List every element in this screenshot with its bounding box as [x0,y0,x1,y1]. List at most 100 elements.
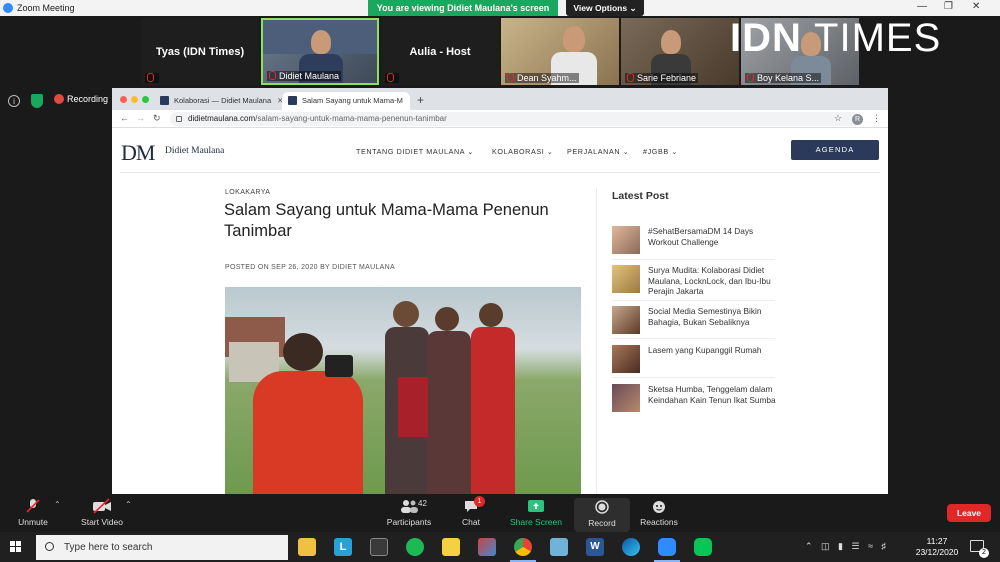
spotify-icon[interactable] [406,538,424,556]
list-divider [612,338,775,339]
list-divider [612,377,775,378]
article-hero-image [225,287,581,494]
browser-tab[interactable]: Kolaborasi — Didiet Maulana ✕ [154,92,282,110]
address-bar[interactable]: didietmaulana.com/salam-sayang-untuk-mam… [170,112,860,126]
woman-figure [427,331,471,494]
paint-icon[interactable] [478,538,496,556]
favicon-icon [160,96,169,105]
participant-face [311,30,331,54]
nav-item-perjalanan[interactable]: PERJALANAN ⌄ [567,147,629,156]
profile-avatar[interactable]: R [852,114,863,125]
nav-item-kolaborasi[interactable]: KOLABORASI ⌄ [492,147,554,156]
browser-menu-icon[interactable]: ⋮ [872,113,881,124]
meeting-info-icon[interactable]: i [8,95,20,107]
mic-off-icon [269,71,276,80]
security-shield-icon[interactable] [31,94,43,108]
post-thumbnail[interactable] [612,265,640,293]
participant-face [563,26,585,52]
latest-post-title[interactable]: Lasem yang Kupanggil Rumah [648,345,776,356]
participant-tile[interactable]: Aulia - Host [381,18,499,85]
reactions-button[interactable]: Reactions [638,498,680,527]
minimize-window-icon[interactable] [131,96,138,103]
taskbar-clock[interactable]: 11:27 23/12/2020 [912,536,962,558]
reactions-icon [653,501,665,513]
notepad-icon[interactable] [550,538,568,556]
minimize-icon[interactable]: — [917,1,927,12]
site-brand-name[interactable]: Didiet Maulana [165,146,224,156]
line-app-icon[interactable]: L [334,538,352,556]
bookmark-star-icon[interactable]: ☆ [834,113,842,124]
system-tray-icons[interactable]: ⌃ ◫ ▮ ☰ ≈ ♯ [805,541,889,552]
participant-tile[interactable]: Sarie Febriane [621,18,739,85]
participant-label: Didiet Maulana [267,71,342,81]
video-options-caret[interactable]: ⌃ [125,500,132,509]
woman-head [435,307,459,331]
restore-icon[interactable]: ❐ [944,1,953,12]
latest-post-title[interactable]: #SehatBersamaDM 14 Days Workout Challeng… [648,226,776,247]
start-video-button[interactable]: Start Video [78,498,126,527]
post-thumbnail[interactable] [612,384,640,412]
photographer-head [283,333,323,371]
word-icon[interactable]: W [586,538,604,556]
participants-icon [401,500,418,513]
chat-badge: 1 [474,496,485,507]
forward-icon[interactable]: → [136,113,145,123]
microsoft-store-icon[interactable] [370,538,388,556]
woman-head [479,303,503,327]
new-tab-icon[interactable]: + [417,93,424,107]
record-button[interactable]: Record [574,498,630,532]
mic-muted-indicator [385,73,399,83]
nav-item-jgbb[interactable]: #JGBB ⌄ [643,147,678,156]
participant-name: Aulia - Host [409,46,471,58]
mic-off-icon [147,73,154,82]
post-category[interactable]: LOKAKARYA [225,189,270,196]
participant-tile[interactable]: Tyas (IDN Times) [141,18,259,85]
browser-tab-active[interactable]: Salam Sayang untuk Mama-M✕ [282,92,410,110]
participant-tile[interactable]: Dean Syahm... [501,18,619,85]
close-tab-icon[interactable]: ✕ [409,96,410,105]
agenda-button[interactable]: AGENDA [791,140,879,160]
chrome-icon[interactable] [514,538,532,556]
leave-button[interactable]: Leave [947,504,991,522]
recording-indicator: Recording [54,94,108,104]
post-thumbnail[interactable] [612,226,640,254]
header-divider [120,172,880,173]
browser-tab-bar: Kolaborasi — Didiet Maulana ✕ Salam Sayan… [112,88,888,110]
unmute-button[interactable]: Unmute [14,498,52,527]
reload-icon[interactable]: ↻ [153,113,161,124]
idn-times-watermark: IDN TIMES [730,16,942,60]
favicon-icon [288,96,297,105]
participant-label: Sarie Febriane [625,73,699,83]
content-divider [596,188,597,494]
post-thumbnail[interactable] [612,306,640,334]
back-icon[interactable]: ← [120,113,129,123]
site-logo[interactable]: DM [121,140,155,166]
recording-dot-icon [54,94,64,104]
latest-post-title[interactable]: Sketsa Humba, Tenggelam dalam Keindahan … [648,384,776,405]
maximize-window-icon[interactable] [142,96,149,103]
post-thumbnail[interactable] [612,345,640,373]
participant-label: Boy Kelana S... [745,73,822,83]
share-screen-button[interactable]: Share Screen [508,498,564,527]
latest-post-title[interactable]: Surya Mudita: Kolaborasi Didiet Maulana,… [648,265,776,297]
post-meta: POSTED ON SEP 26, 2020 BY DIDIET MAULANA [225,264,395,271]
audio-options-caret[interactable]: ⌃ [54,500,61,509]
mic-off-icon [747,73,754,82]
record-icon [595,500,609,514]
view-options-button[interactable]: View Options ⌄ [566,0,644,16]
close-icon[interactable]: ✕ [972,1,980,12]
list-divider [612,300,775,301]
nav-item-tentang[interactable]: TENTANG DIDIET MAULANA ⌄ [356,147,474,156]
taskbar-search-input[interactable]: Type here to search [36,535,288,560]
lock-icon[interactable] [176,116,182,122]
line-chat-icon[interactable] [694,538,712,556]
sticky-notes-icon[interactable] [442,538,460,556]
close-window-icon[interactable] [120,96,127,103]
zoom-app-icon[interactable] [658,538,676,556]
file-explorer-icon[interactable] [298,538,316,556]
latest-post-title[interactable]: Social Media Semestinya Bikin Bahagia, B… [648,306,776,327]
edge-icon[interactable] [622,538,640,556]
participant-tile[interactable]: Didiet Maulana [261,18,379,85]
windows-start-icon[interactable] [10,541,22,553]
mic-off-icon [507,73,514,82]
